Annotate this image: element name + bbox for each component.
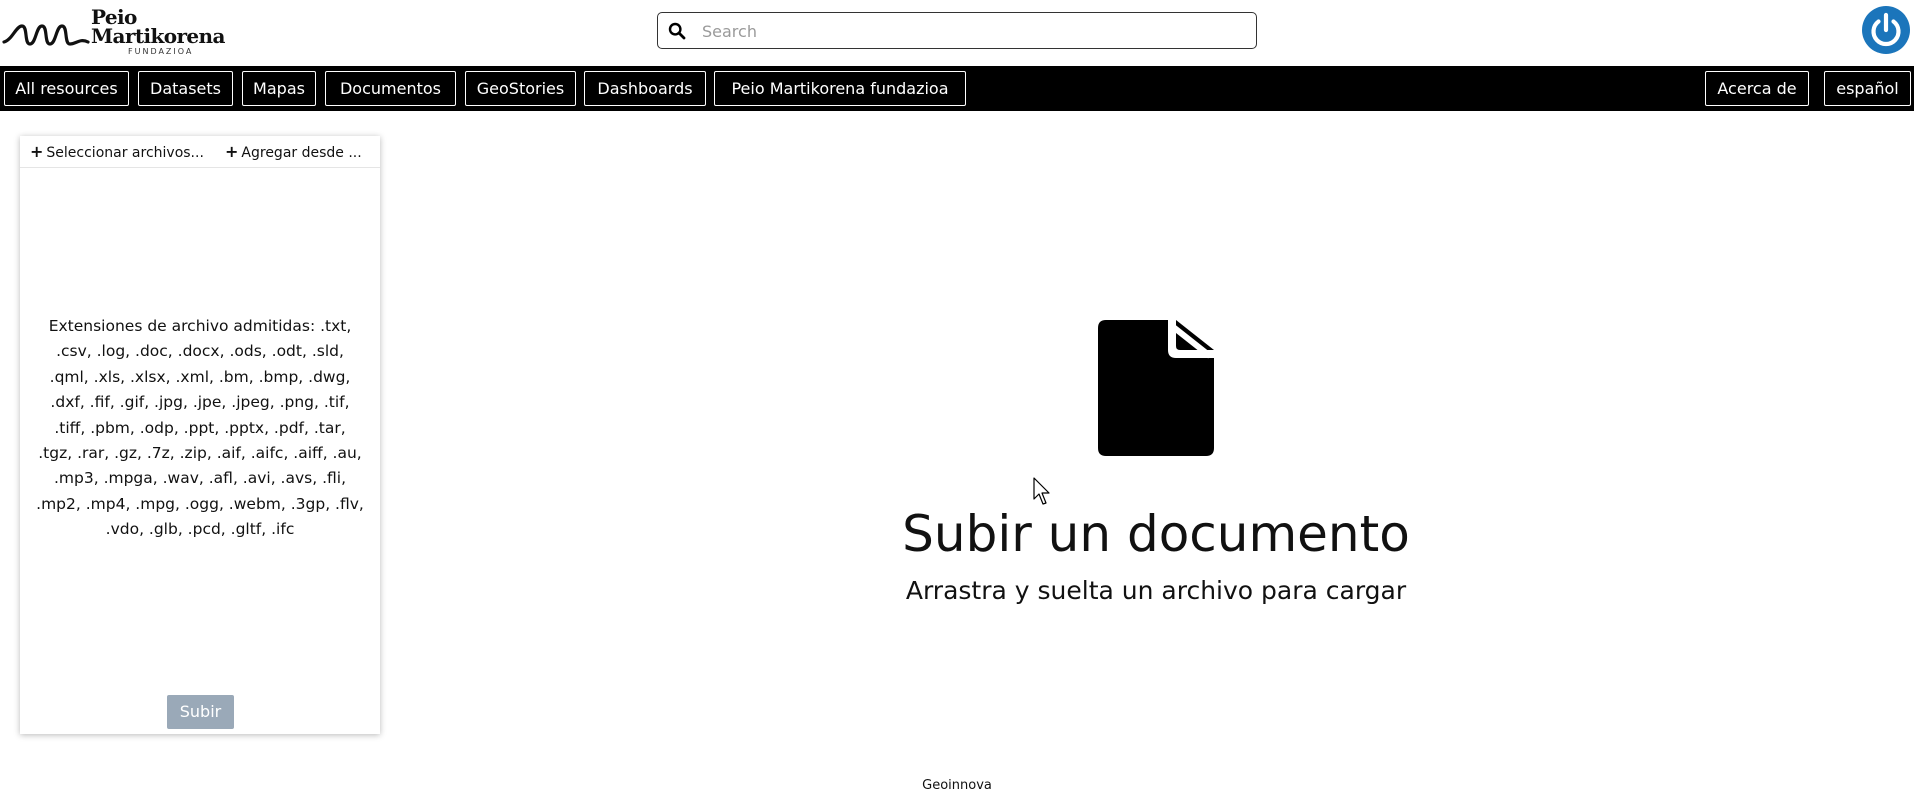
drop-zone-title: Subir un documento: [902, 505, 1410, 563]
mouse-cursor-icon: [1033, 477, 1050, 505]
nav-all-resources[interactable]: All resources: [4, 71, 129, 106]
main-navbar: All resources Datasets Mapas Documentos …: [0, 66, 1914, 111]
plus-icon: +: [225, 142, 239, 161]
search-input[interactable]: [702, 18, 1242, 44]
submit-upload-button[interactable]: Subir: [167, 695, 234, 729]
nav-mapas[interactable]: Mapas: [242, 71, 316, 106]
logo-signature-icon: [2, 24, 90, 46]
plus-icon: +: [30, 142, 44, 161]
select-files-button[interactable]: + Seleccionar archivos...: [30, 142, 204, 162]
nav-dashboards[interactable]: Dashboards: [584, 71, 706, 106]
nav-peio-martikorena-fundazioa[interactable]: Peio Martikorena fundazioa: [714, 71, 966, 106]
user-menu-button[interactable]: [1862, 6, 1910, 54]
supported-extensions-text: Extensiones de archivo admitidas: .txt, …: [36, 317, 364, 539]
footer-credit: Geoinnova: [922, 778, 992, 793]
add-from-button[interactable]: + Agregar desde ...: [225, 142, 362, 162]
header: Peio Martikorena FUNDAZIOA: [0, 0, 1914, 66]
document-icon: [1098, 320, 1214, 456]
nav-documentos[interactable]: Documentos: [325, 71, 456, 106]
upload-toolbar: + Seleccionar archivos... + Agregar desde …: [20, 136, 380, 168]
logo-text-line3: FUNDAZIOA: [128, 47, 194, 56]
add-from-label: Agregar desde ...: [241, 145, 362, 161]
select-files-label: Seleccionar archivos...: [46, 145, 204, 161]
nav-geostories[interactable]: GeoStories: [465, 71, 576, 106]
site-logo[interactable]: Peio Martikorena FUNDAZIOA: [2, 4, 225, 58]
language-selector[interactable]: español: [1824, 71, 1911, 106]
drop-zone-subtitle: Arrastra y suelta un archivo para cargar: [905, 576, 1407, 605]
search-icon[interactable]: [668, 22, 686, 40]
logo-text-line2: Martikorena: [91, 24, 225, 48]
search-box: [657, 12, 1257, 49]
nav-acerca-de[interactable]: Acerca de: [1705, 71, 1809, 106]
power-icon: [1871, 12, 1901, 47]
upload-panel: + Seleccionar archivos... + Agregar desde …: [20, 136, 380, 734]
nav-datasets[interactable]: Datasets: [138, 71, 233, 106]
